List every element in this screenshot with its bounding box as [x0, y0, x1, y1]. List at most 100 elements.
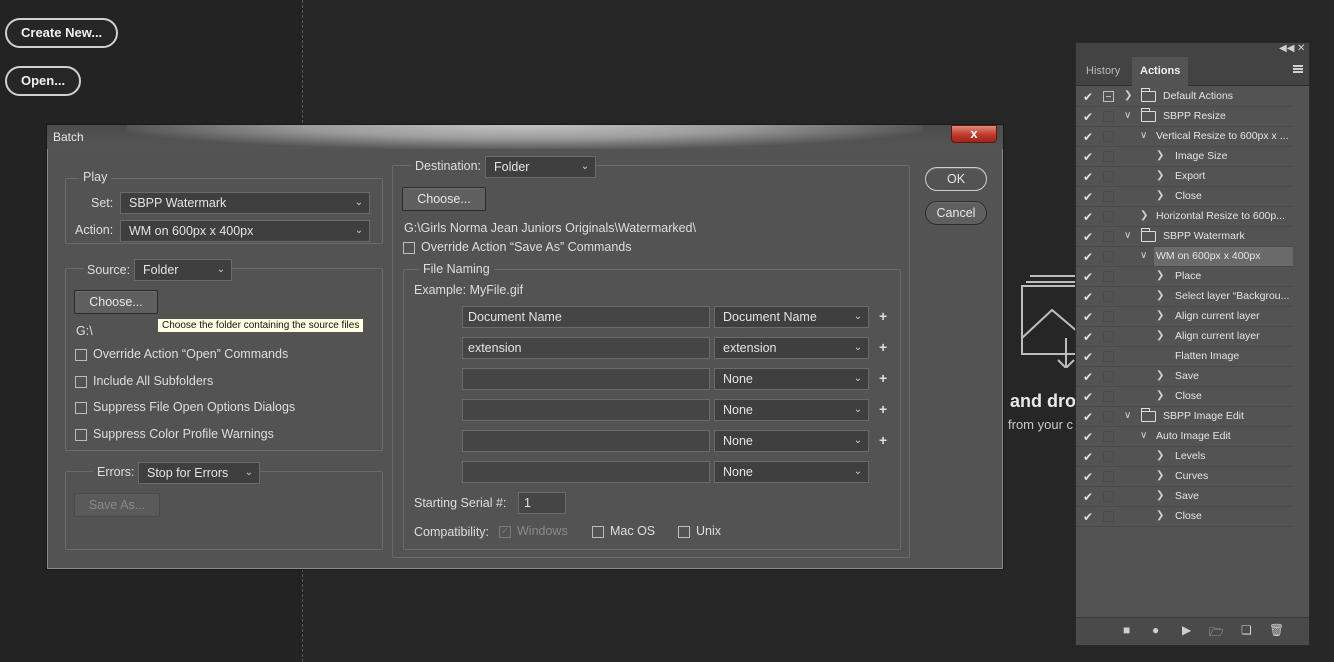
toggle-check-icon[interactable]: ✔ — [1083, 430, 1093, 444]
action-row[interactable]: ✔ ∨ WM on 600px x 400px — [1076, 247, 1309, 267]
toggle-check-icon[interactable]: ✔ — [1083, 250, 1093, 264]
toggle-check-icon[interactable]: ✔ — [1083, 470, 1093, 484]
chevron-right-icon[interactable]: ❯ — [1156, 190, 1164, 201]
compat-mac-checkbox[interactable] — [592, 526, 604, 538]
add-naming-row-button[interactable]: + — [879, 401, 887, 417]
dialog-titlebar[interactable]: Batch x — [47, 125, 1003, 149]
toggle-check-icon[interactable]: ✔ — [1083, 350, 1093, 364]
add-naming-row-button[interactable]: + — [879, 370, 887, 386]
toggle-check-icon[interactable]: ✔ — [1083, 190, 1093, 204]
naming-text-4[interactable] — [462, 399, 710, 421]
action-row[interactable]: ✔ ❯ Curves — [1076, 467, 1309, 487]
new-action-icon[interactable]: ❏ — [1241, 623, 1252, 637]
naming-select-4[interactable]: None ⌄ — [714, 399, 869, 421]
action-row[interactable]: ✔ Flatten Image — [1076, 347, 1309, 367]
dialog-toggle-icon[interactable] — [1103, 171, 1114, 182]
chevron-right-icon[interactable]: ❯ — [1156, 150, 1164, 161]
tab-history[interactable]: History — [1078, 57, 1128, 86]
toggle-check-icon[interactable]: ✔ — [1083, 290, 1093, 304]
dialog-toggle-icon[interactable] — [1103, 431, 1114, 442]
compat-unix-checkbox[interactable] — [678, 526, 690, 538]
action-row[interactable]: ✔ ❯ Default Actions — [1076, 87, 1309, 107]
toggle-check-icon[interactable]: ✔ — [1083, 310, 1093, 324]
chevron-right-icon[interactable]: ❯ — [1156, 450, 1164, 461]
chevron-down-icon[interactable]: ∨ — [1140, 430, 1147, 441]
naming-text-5[interactable] — [462, 430, 710, 452]
chevron-right-icon[interactable]: ❯ — [1156, 310, 1164, 321]
action-row[interactable]: ✔ ∨ Auto Image Edit — [1076, 427, 1309, 447]
action-row[interactable]: ✔ ❯ Close — [1076, 507, 1309, 527]
destination-choose-button[interactable]: Choose... — [402, 187, 486, 211]
dialog-toggle-icon[interactable] — [1103, 251, 1114, 262]
serial-input[interactable]: 1 — [518, 492, 566, 514]
panel-close-icon[interactable]: ✕ — [1297, 43, 1305, 54]
errors-select[interactable]: Stop for Errors ⌄ — [138, 462, 260, 484]
action-row[interactable]: ✔ ∨ SBPP Watermark — [1076, 227, 1309, 247]
naming-select-3[interactable]: None ⌄ — [714, 368, 869, 390]
create-new-button[interactable]: Create New... — [5, 18, 119, 48]
dialog-toggle-icon[interactable] — [1103, 131, 1114, 142]
action-select[interactable]: WM on 600px x 400px ⌄ — [120, 220, 370, 242]
chevron-right-icon[interactable]: ❯ — [1156, 390, 1164, 401]
close-button[interactable]: x — [951, 125, 997, 143]
action-row[interactable]: ✔ ❯ Levels — [1076, 447, 1309, 467]
toggle-check-icon[interactable]: ✔ — [1083, 390, 1093, 404]
naming-select-6[interactable]: None ⌄ — [714, 461, 869, 483]
dialog-toggle-icon[interactable] — [1103, 231, 1114, 242]
toggle-check-icon[interactable]: ✔ — [1083, 90, 1093, 104]
action-row[interactable]: ✔ ❯ Place — [1076, 267, 1309, 287]
toggle-check-icon[interactable]: ✔ — [1083, 510, 1093, 524]
chevron-down-icon[interactable]: ∨ — [1140, 130, 1147, 141]
chevron-right-icon[interactable]: ❯ — [1156, 330, 1164, 341]
dialog-toggle-icon[interactable] — [1103, 91, 1114, 102]
play-icon[interactable]: ▶ — [1182, 623, 1191, 637]
chevron-right-icon[interactable]: ❯ — [1156, 510, 1164, 521]
dialog-toggle-icon[interactable] — [1103, 111, 1114, 122]
naming-text-6[interactable] — [462, 461, 710, 483]
action-row[interactable]: ✔ ❯ Export — [1076, 167, 1309, 187]
action-row[interactable]: ✔ ❯ Save — [1076, 487, 1309, 507]
add-naming-row-button[interactable]: + — [879, 432, 887, 448]
toggle-check-icon[interactable]: ✔ — [1083, 210, 1093, 224]
chevron-down-icon[interactable]: ∨ — [1124, 230, 1131, 241]
dialog-toggle-icon[interactable] — [1103, 471, 1114, 482]
toggle-check-icon[interactable]: ✔ — [1083, 130, 1093, 144]
action-row[interactable]: ✔ ❯ Select layer “Backgrou... — [1076, 287, 1309, 307]
action-row[interactable]: ✔ ∨ SBPP Resize — [1076, 107, 1309, 127]
dialog-toggle-icon[interactable] — [1103, 191, 1114, 202]
ok-button[interactable]: OK — [925, 167, 987, 191]
chevron-right-icon[interactable]: ❯ — [1124, 90, 1132, 101]
naming-text-1[interactable]: Document Name — [462, 306, 710, 328]
suppress-open-dialogs-checkbox[interactable] — [75, 402, 87, 414]
toggle-check-icon[interactable]: ✔ — [1083, 490, 1093, 504]
suppress-color-warnings-checkbox[interactable] — [75, 429, 87, 441]
dialog-toggle-icon[interactable] — [1103, 451, 1114, 462]
action-row[interactable]: ✔ ❯ Save — [1076, 367, 1309, 387]
action-row[interactable]: ✔ ❯ Align current layer — [1076, 327, 1309, 347]
dialog-toggle-icon[interactable] — [1103, 491, 1114, 502]
action-row[interactable]: ✔ ❯ Align current layer — [1076, 307, 1309, 327]
source-choose-button[interactable]: Choose... — [74, 290, 158, 314]
compat-windows-checkbox[interactable]: ✓ — [499, 526, 511, 538]
toggle-check-icon[interactable]: ✔ — [1083, 270, 1093, 284]
toggle-check-icon[interactable]: ✔ — [1083, 330, 1093, 344]
dialog-toggle-icon[interactable] — [1103, 371, 1114, 382]
action-row[interactable]: ✔ ∨ Vertical Resize to 600px x ... — [1076, 127, 1309, 147]
action-row[interactable]: ✔ ∨ SBPP Image Edit — [1076, 407, 1309, 427]
new-set-icon[interactable]: 🗁 — [1209, 623, 1224, 644]
chevron-right-icon[interactable]: ❯ — [1156, 370, 1164, 381]
override-save-as-checkbox[interactable] — [403, 242, 415, 254]
toggle-check-icon[interactable]: ✔ — [1083, 370, 1093, 384]
set-select[interactable]: SBPP Watermark ⌄ — [120, 192, 370, 214]
stop-icon[interactable]: ■ — [1123, 623, 1130, 637]
dialog-toggle-icon[interactable] — [1103, 511, 1114, 522]
toggle-check-icon[interactable]: ✔ — [1083, 150, 1093, 164]
dialog-toggle-icon[interactable] — [1103, 411, 1114, 422]
toggle-check-icon[interactable]: ✔ — [1083, 230, 1093, 244]
naming-text-2[interactable]: extension — [462, 337, 710, 359]
chevron-down-icon[interactable]: ∨ — [1124, 410, 1131, 421]
action-row[interactable]: ✔ ❯ Close — [1076, 387, 1309, 407]
dialog-toggle-icon[interactable] — [1103, 291, 1114, 302]
dialog-toggle-icon[interactable] — [1103, 271, 1114, 282]
delete-icon[interactable]: 🗑 — [1269, 623, 1284, 637]
